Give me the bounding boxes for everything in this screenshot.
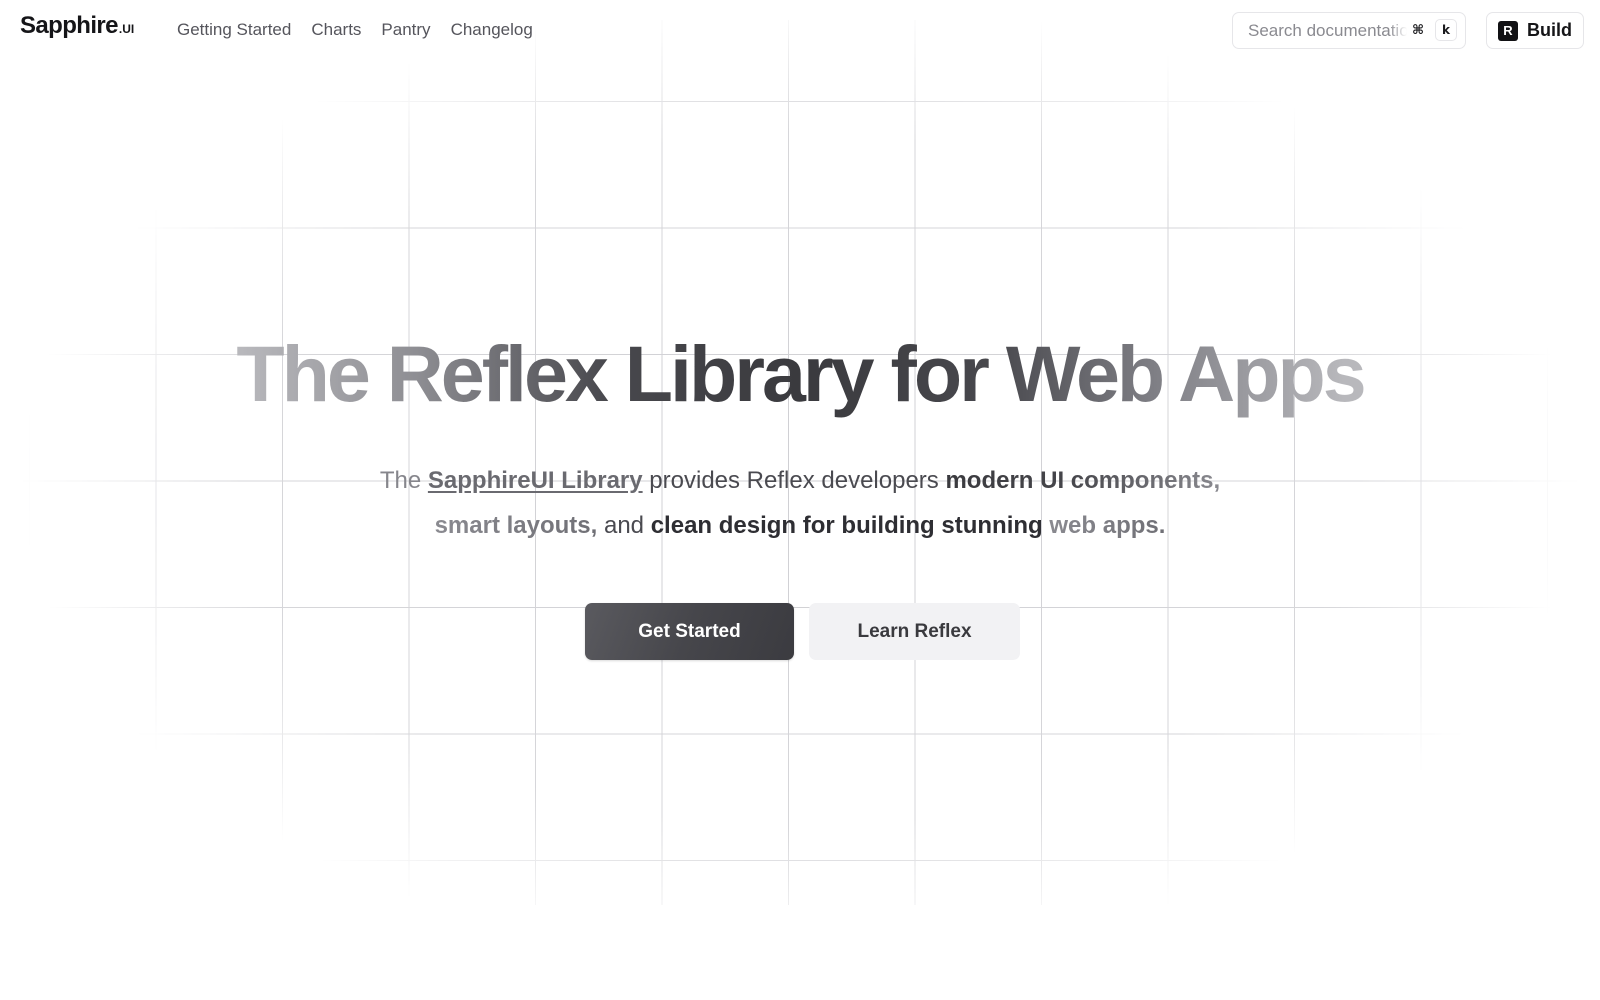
search-shortcut: ⌘ k: [1389, 19, 1457, 41]
subtitle-bold-smart-layouts: smart layouts,: [434, 512, 598, 539]
nav-link-getting-started[interactable]: Getting Started: [177, 20, 291, 40]
get-started-button[interactable]: Get Started: [585, 603, 794, 660]
hero-grid-background: [0, 20, 1600, 905]
subtitle-prefix: The: [379, 467, 428, 494]
reflex-logo-icon: R: [1498, 20, 1518, 41]
subtitle-bold-modern-ui: modern UI components,: [945, 467, 1221, 494]
main-nav: Getting Started Charts Pantry Changelog: [177, 20, 533, 40]
subtitle-bold-web-apps: web apps.: [1049, 512, 1166, 539]
brand-name: Sapphire: [20, 12, 119, 39]
top-navbar: Sapphire .UI Getting Started Charts Pantr…: [0, 0, 1600, 62]
search-box[interactable]: ⌘ k: [1232, 12, 1466, 49]
learn-reflex-button[interactable]: Learn Reflex: [809, 603, 1020, 660]
nav-link-pantry[interactable]: Pantry: [381, 20, 430, 40]
brand-suffix: .UI: [118, 22, 135, 36]
command-key-icon: ⌘: [1411, 22, 1425, 38]
nav-link-charts[interactable]: Charts: [311, 20, 361, 40]
brand-logo[interactable]: Sapphire .UI: [20, 12, 134, 40]
shortcut-key: k: [1435, 19, 1457, 41]
subtitle-connector: and: [597, 512, 651, 539]
hero-title: The Reflex Library for Web Apps: [0, 326, 1600, 422]
sapphireui-library-link[interactable]: SapphireUI Library: [428, 467, 643, 494]
nav-link-changelog[interactable]: Changelog: [451, 20, 533, 40]
subtitle-bold-clean-design: clean design for building stunning: [650, 512, 1043, 539]
build-button[interactable]: R Build: [1486, 12, 1584, 49]
build-button-label: Build: [1527, 20, 1572, 40]
subtitle-middle: provides Reflex developers: [642, 467, 946, 494]
hero-subtitle: The SapphireUI Library provides Reflex d…: [300, 458, 1300, 548]
